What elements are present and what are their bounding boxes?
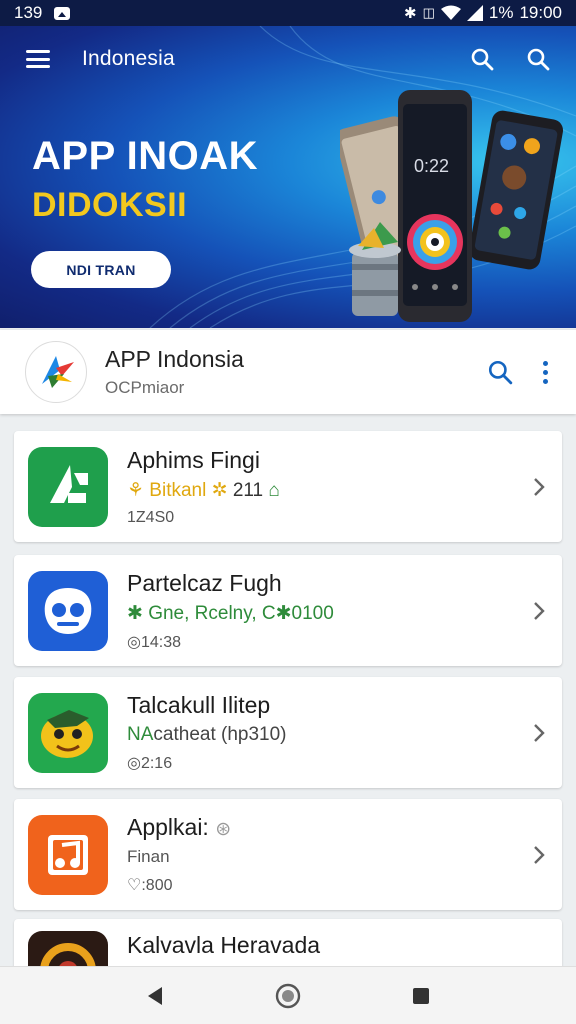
app-meta: ⚘ Bitkanl ✲ 211 ⌂	[127, 479, 280, 502]
app-meta-part: 211	[227, 479, 269, 501]
chevron-right-icon	[534, 601, 545, 620]
more-options-icon[interactable]	[543, 360, 548, 384]
app-title-text: Applkai:	[127, 814, 209, 840]
app-extra: ◎14:38	[127, 633, 181, 651]
hamburger-line	[26, 57, 50, 61]
app-icon-character	[28, 692, 108, 773]
app-name: APP Indonsia	[105, 346, 244, 372]
app-meta: NAcatheat (hp310)	[127, 724, 287, 746]
app-list-item[interactable]: Aphims Fingi ⚘ Bitkanl ✲ 211 ⌂ 1Z4S0	[14, 431, 562, 542]
app-title: Aphims Fingi	[127, 446, 260, 473]
app-logo-mark	[42, 356, 74, 388]
status-bar: 139 ✱ ◫ 1% 19:00	[0, 0, 576, 26]
app-meta-part: ⌂	[268, 479, 280, 501]
chevron-right-icon	[534, 477, 545, 496]
recents-button[interactable]	[412, 987, 430, 1005]
battery-text: 1%	[488, 3, 514, 22]
hero-headline: APP INOAK	[32, 134, 259, 178]
app-icon-blue	[28, 570, 108, 651]
kebab-dot	[543, 378, 548, 384]
app-extra: 1Z4S0	[127, 508, 175, 526]
home-circle-icon	[275, 983, 301, 1008]
cartoon-character-glyph	[41, 709, 93, 758]
status-left-text: 139	[14, 3, 43, 22]
toolbar-title: Indonesia	[82, 47, 175, 70]
system-navigation-bar	[0, 966, 576, 1024]
hero-banner: Indonesia APP INOAK DIDOKSII NDI TRAN 0:…	[0, 26, 576, 328]
arrow-app-glyph	[50, 464, 88, 503]
chevron-right-icon	[534, 723, 545, 742]
search-icon[interactable]	[487, 359, 513, 385]
hero-subheadline: DIDOKSII	[32, 186, 188, 224]
app-icon-green	[28, 446, 108, 527]
bluetooth-icon: ✱	[404, 5, 417, 22]
search-icon-secondary[interactable]	[526, 47, 550, 71]
app-logo	[25, 341, 87, 403]
app-meta-part: Finan	[127, 847, 170, 866]
svg-text:0:22: 0:22	[414, 156, 449, 176]
app-extra: ◎2:16	[127, 755, 173, 772]
hamburger-line	[26, 65, 50, 68]
wifi-icon	[440, 5, 461, 20]
search-icon[interactable]	[470, 47, 494, 71]
image-notification-icon	[54, 6, 71, 20]
hero-cta-button[interactable]: NDI TRAN	[31, 251, 171, 288]
app-header-card: APP Indonsia OCPmiaor	[0, 330, 576, 414]
app-list-item[interactable]: Talcakull Ilitep NAcatheat (hp310) ◎2:16	[14, 677, 562, 788]
robot-app-glyph	[44, 587, 92, 634]
app-title: Kalvavla Heravada	[127, 932, 321, 958]
vibrate-icon: ◫	[422, 5, 435, 20]
app-title: Applkai: ⊛	[127, 814, 231, 841]
app-extra: ♡:800	[127, 877, 173, 894]
back-triangle-icon	[147, 986, 162, 1005]
signal-icon	[466, 5, 483, 21]
app-meta-part: ⚘ Bitkanl ✲	[127, 479, 228, 501]
hamburger-line	[26, 50, 50, 53]
app-meta: ✱ Gne, Rcelny, C✱0100	[127, 602, 334, 625]
kebab-dot	[543, 369, 548, 375]
recents-square-icon	[413, 987, 430, 1004]
app-meta: Finan	[127, 846, 231, 868]
home-button[interactable]	[275, 983, 301, 1009]
app-meta-part: ✱ Gne, Rcelny, C✱	[127, 602, 292, 624]
app-meta-part: 0100	[291, 602, 334, 624]
chevron-right-icon	[534, 845, 545, 864]
music-note-glyph	[48, 834, 88, 875]
app-title: Talcakull Ilitep	[127, 692, 271, 718]
phones-illustration: 0:22	[340, 90, 564, 322]
app-list-item[interactable]: Applkai: ⊛ Finan ♡:800	[14, 799, 562, 910]
kebab-dot	[543, 360, 548, 366]
back-button[interactable]	[146, 986, 164, 1006]
status-time: 19:00	[519, 3, 562, 22]
app-subtitle: OCPmiaor	[105, 378, 185, 397]
app-icon-music	[28, 814, 108, 895]
app-meta-part: NA	[127, 724, 154, 745]
verified-icon: ⊛	[215, 819, 232, 840]
app-title: Partelcaz Fugh	[127, 569, 282, 596]
app-list-item[interactable]: Partelcaz Fugh ✱ Gne, Rcelny, C✱0100 ◎14…	[14, 555, 562, 666]
app-meta-part: catheat (hp310)	[153, 724, 287, 745]
menu-button[interactable]	[26, 50, 50, 68]
